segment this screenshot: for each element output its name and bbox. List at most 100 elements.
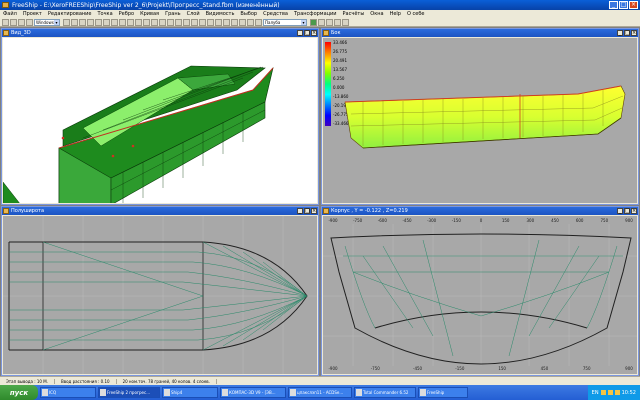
toolbar-tool-icon[interactable] xyxy=(119,18,126,26)
tray-icon[interactable] xyxy=(600,390,606,395)
window-icon xyxy=(3,30,9,36)
language-indicator[interactable]: EN xyxy=(592,390,599,396)
taskbar-button[interactable]: Ship4 xyxy=(162,387,218,398)
minimize-button[interactable]: _ xyxy=(609,1,618,9)
body-view-window[interactable]: Корпус , Y = -0.122 , Z=0.219 _ □ × -900 -75… xyxy=(321,206,639,376)
menu-item[interactable]: Видимость xyxy=(203,11,238,17)
toolbar-save-icon[interactable] xyxy=(18,18,25,26)
app-icon xyxy=(290,389,296,396)
toolbar-tool-icon[interactable] xyxy=(95,18,102,26)
close-icon[interactable]: × xyxy=(631,208,637,214)
toolbar-tool-icon[interactable] xyxy=(183,18,190,26)
menu-item[interactable]: Окна xyxy=(367,11,386,17)
toolbar-tool-icon[interactable] xyxy=(175,18,182,26)
menu-item[interactable]: Выбор xyxy=(237,11,260,17)
maximize-icon[interactable]: □ xyxy=(624,30,630,36)
toolbar-print-icon[interactable] xyxy=(26,18,33,26)
menu-item[interactable]: Проект xyxy=(20,11,45,17)
tray-icon[interactable] xyxy=(607,390,613,395)
toolbar-tool-icon[interactable] xyxy=(239,18,246,26)
plan-view-window[interactable]: Полуширота _ □ × xyxy=(1,206,319,376)
axis-tick-label: 900 xyxy=(625,366,633,371)
close-button[interactable]: × xyxy=(629,1,638,9)
layer-combo[interactable]: Windows ▾ xyxy=(34,18,60,26)
view-3d-window[interactable]: Вид_3D _ □ × xyxy=(1,28,319,205)
taskbar-button[interactable]: цпакслэп11 - ACDSe... xyxy=(288,387,352,398)
toolbar-new-icon[interactable] xyxy=(2,18,9,26)
app-icon xyxy=(420,389,426,396)
toolbar-tool-icon[interactable] xyxy=(342,18,349,26)
toolbar-tool-icon[interactable] xyxy=(159,18,166,26)
toolbar-tool-icon[interactable] xyxy=(326,18,333,26)
menu-item[interactable]: Ребро xyxy=(116,11,137,17)
toolbar-tool-icon[interactable] xyxy=(79,18,86,26)
minimize-icon[interactable]: _ xyxy=(617,30,623,36)
plan-view-title: Полуширота xyxy=(11,208,45,214)
axis-tick-label: -450 xyxy=(413,366,423,371)
taskbar-button[interactable]: FreeShip xyxy=(418,387,468,398)
maximize-icon[interactable]: □ xyxy=(304,30,310,36)
toolbar-tool-icon[interactable] xyxy=(199,18,206,26)
taskbar-button[interactable]: Total Commander 6.52 xyxy=(354,387,416,398)
toolbar-tool-icon[interactable] xyxy=(215,18,222,26)
view-3d-canvas[interactable] xyxy=(3,38,317,203)
menu-item[interactable]: Средства xyxy=(260,11,291,17)
body-view-title: Корпус , Y = -0.122 , Z=0.219 xyxy=(331,208,408,214)
toolbar-tool-icon[interactable] xyxy=(151,18,158,26)
start-button[interactable]: пуск xyxy=(0,385,38,400)
app-title-bar: FreeShip - E:\XeroFREEShip\FreeShip ver … xyxy=(0,0,640,10)
toolbar-tool-icon[interactable] xyxy=(207,18,214,26)
taskbar-button[interactable]: ICQ xyxy=(40,387,96,398)
menu-item[interactable]: Точка xyxy=(94,11,115,17)
surface-combo[interactable]: Палуба ▾ xyxy=(263,18,307,26)
toolbar-tool-icon[interactable] xyxy=(71,18,78,26)
toolbar-tool-icon[interactable] xyxy=(231,18,238,26)
toolbar-tool-icon[interactable] xyxy=(247,18,254,26)
maximize-icon[interactable]: □ xyxy=(304,208,310,214)
close-icon[interactable]: × xyxy=(311,30,317,36)
menu-item[interactable]: Файл xyxy=(0,11,20,17)
side-view-window[interactable]: Бок _ □ × 33.466 26.775 20.491 13.567 6.250 0.00… xyxy=(321,28,639,205)
toolbar-tool-icon[interactable] xyxy=(63,18,70,26)
minimize-icon[interactable]: _ xyxy=(297,208,303,214)
close-icon[interactable]: × xyxy=(311,208,317,214)
maximize-button[interactable]: □ xyxy=(619,1,628,9)
toolbar-tool-icon[interactable] xyxy=(167,18,174,26)
menu-item[interactable]: Кривая xyxy=(137,11,162,17)
toolbar-open-icon[interactable] xyxy=(10,18,17,26)
axis-tick-label: 750 xyxy=(582,366,591,371)
menu-item[interactable]: Help xyxy=(387,11,404,17)
toolbar-tool-icon[interactable] xyxy=(87,18,94,26)
tray-icon[interactable] xyxy=(614,390,620,395)
toolbar-tool-icon[interactable] xyxy=(143,18,150,26)
toolbar-tool-icon[interactable] xyxy=(103,18,110,26)
toolbar-tool-icon[interactable] xyxy=(334,18,341,26)
toolbar-tool-icon[interactable] xyxy=(135,18,142,26)
axis-tick-label: -900 xyxy=(328,366,338,371)
minimize-icon[interactable]: _ xyxy=(617,208,623,214)
maximize-icon[interactable]: □ xyxy=(624,208,630,214)
menu-item[interactable]: О себе xyxy=(404,11,428,17)
taskbar-button[interactable]: КОМПАС-3D V9 - [ЭВ... xyxy=(220,387,286,398)
toolbar-tool-icon[interactable] xyxy=(255,18,262,26)
menu-item[interactable]: Расчёты xyxy=(340,11,368,17)
toolbar-tool-icon[interactable] xyxy=(127,18,134,26)
body-view-canvas[interactable]: -900 -750 -600 -450 -300 -150 0 150 300 450 600 750… xyxy=(323,216,637,374)
side-view-canvas[interactable]: 33.466 26.775 20.491 13.567 6.250 0.000 -13.86… xyxy=(323,38,637,203)
close-icon[interactable]: × xyxy=(631,30,637,36)
minimize-icon[interactable]: _ xyxy=(297,30,303,36)
taskbar-button-label: FreeShip 2 прогрес... xyxy=(107,390,151,395)
start-label: пуск xyxy=(9,388,29,397)
menu-item[interactable]: Редактирование xyxy=(45,11,95,17)
toolbar-tool-icon[interactable] xyxy=(191,18,198,26)
plan-view-canvas[interactable] xyxy=(3,216,317,374)
window-buttons: _ □ × xyxy=(297,208,317,214)
menu-item[interactable]: Грань xyxy=(162,11,184,17)
toolbar-color-icon[interactable] xyxy=(310,18,317,26)
toolbar-tool-icon[interactable] xyxy=(111,18,118,26)
toolbar-tool-icon[interactable] xyxy=(318,18,325,26)
menu-item[interactable]: Трансформации xyxy=(291,11,340,17)
taskbar-button[interactable]: FreeShip 2 прогрес... xyxy=(98,387,160,398)
menu-item[interactable]: Слой xyxy=(184,11,203,17)
toolbar-tool-icon[interactable] xyxy=(223,18,230,26)
